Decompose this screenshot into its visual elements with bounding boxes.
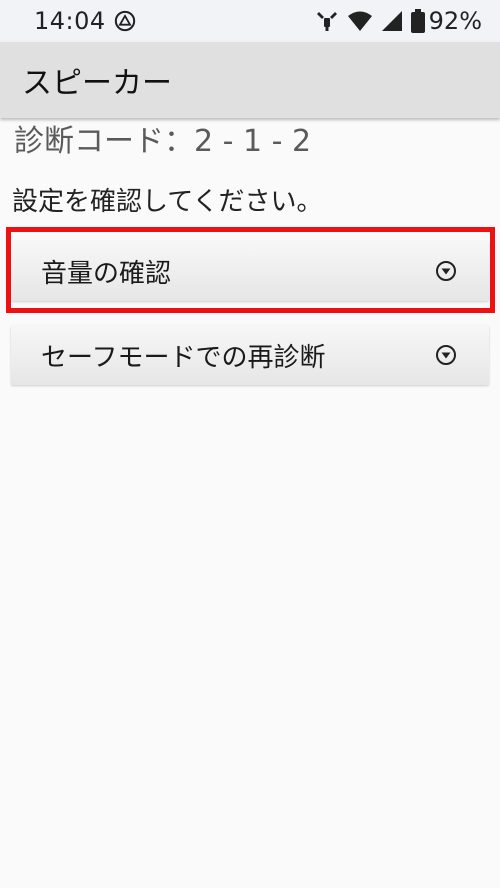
chevron-down-circle-icon [436, 345, 456, 365]
status-bar: 14:04 92% [0, 0, 500, 42]
safe-mode-rediagnosis-label: セーフモードでの再診断 [41, 342, 326, 373]
app-bar: スピーカー [0, 42, 500, 118]
instruction-text: 設定を確認してください。 [12, 187, 323, 217]
volume-check-label: 音量の確認 [41, 258, 172, 289]
diagnosis-code: 診断コード：2 - 1 - 2 [14, 124, 312, 159]
chevron-down-circle-icon [436, 261, 456, 281]
battery-percent: 92% [428, 7, 482, 35]
status-left: 14:04 [34, 7, 136, 35]
status-time: 14:04 [34, 7, 106, 35]
tools-icon [316, 12, 337, 31]
volume-check-panel[interactable]: 音量の確認 [11, 241, 489, 301]
page-title: スピーカー [22, 66, 172, 101]
drive-triangle-icon [114, 10, 135, 32]
cell-signal-icon [381, 11, 402, 31]
battery-icon [410, 9, 425, 33]
wifi-icon [347, 11, 372, 31]
safe-mode-rediagnosis-panel[interactable]: セーフモードでの再診断 [11, 325, 489, 385]
status-right: 92% [307, 7, 482, 35]
